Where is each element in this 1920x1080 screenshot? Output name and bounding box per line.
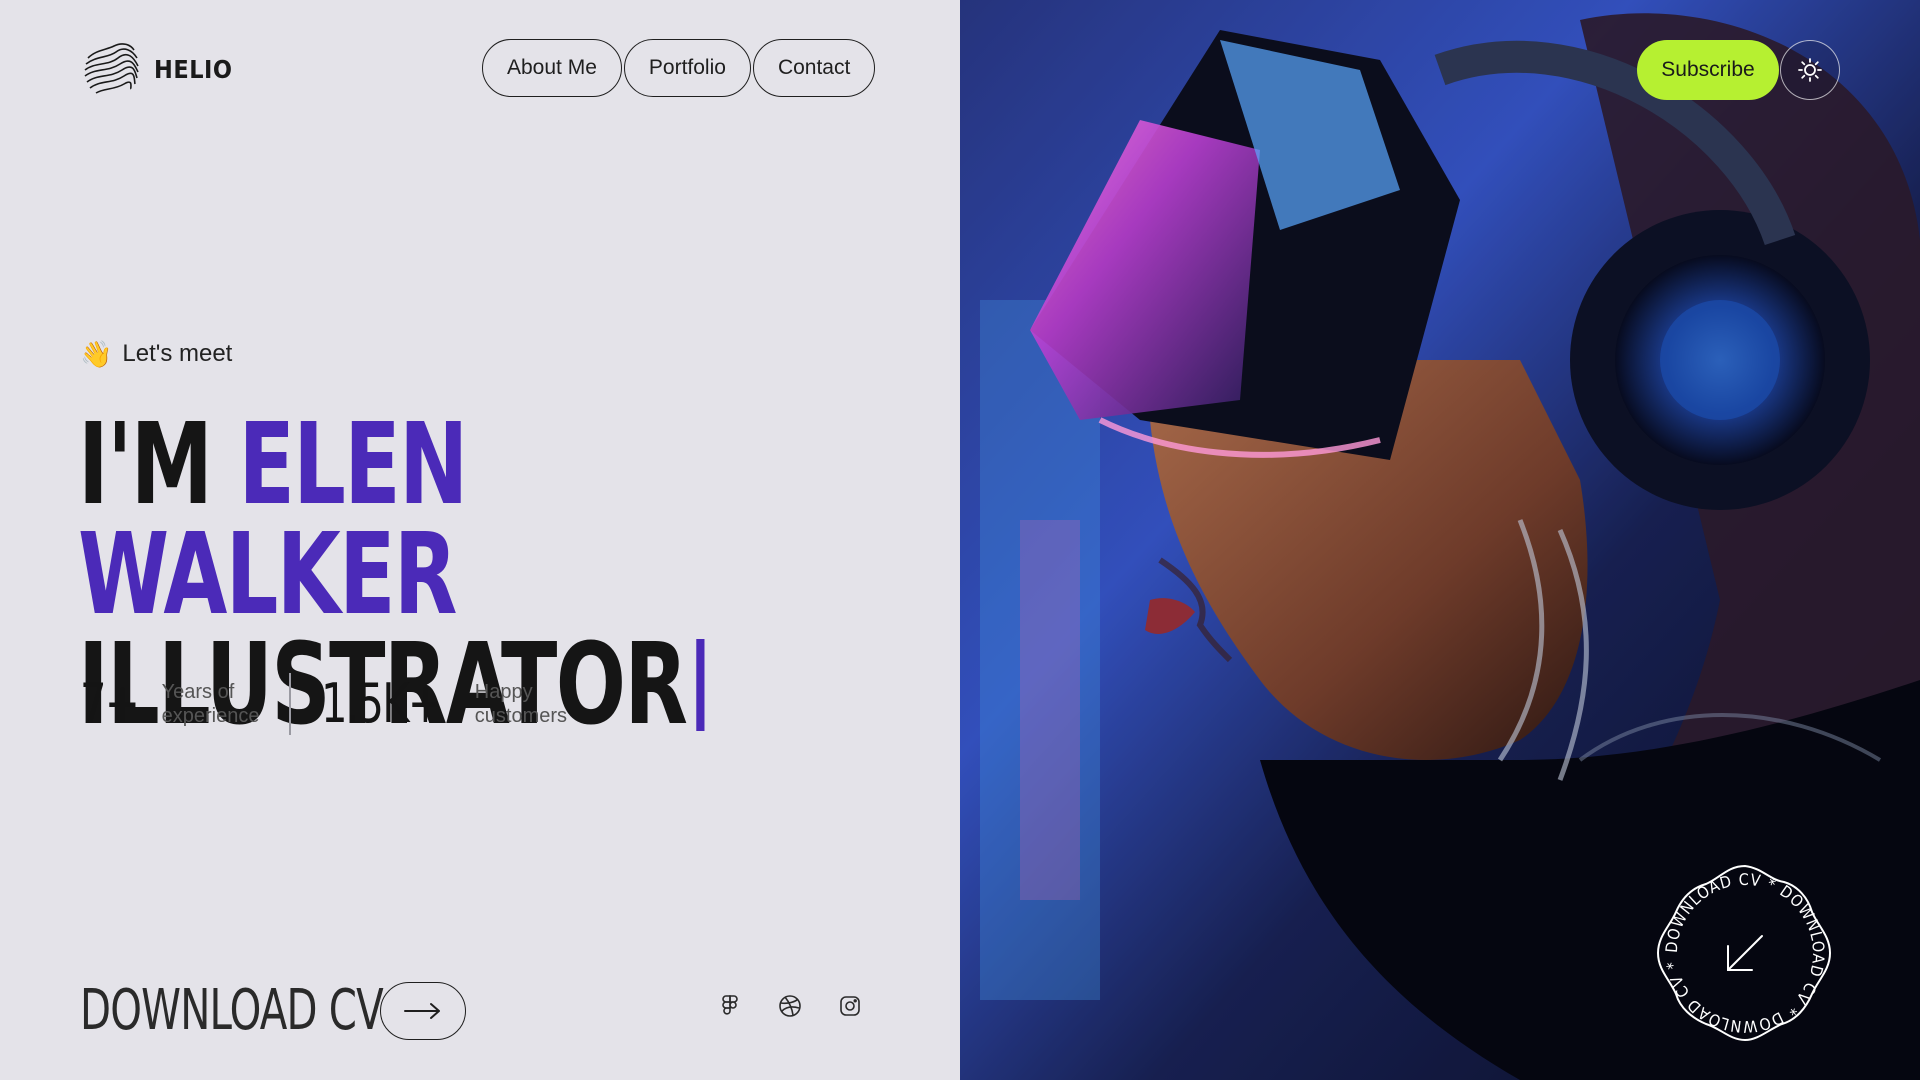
main-nav: About Me Portfolio Contact (482, 39, 876, 97)
stat-customers-value: 1.5K+ (320, 672, 443, 735)
stat-experience-label-line1: Years of (161, 680, 235, 703)
stats-row: 7+ Years of experience 1.5K+ Happy custo… (80, 672, 567, 735)
social-links (718, 994, 862, 1018)
hero-panel: HELIO About Me Portfolio Contact 👋 Let's… (0, 0, 960, 1080)
sun-icon (1798, 58, 1822, 82)
figma-icon[interactable] (718, 994, 742, 1018)
nav-portfolio[interactable]: Portfolio (623, 39, 751, 97)
stat-experience-label-line2: experience (161, 704, 260, 727)
stat-experience: 7+ Years of experience (80, 672, 259, 735)
instagram-icon[interactable] (838, 994, 862, 1018)
download-cv-button[interactable] (380, 981, 466, 1040)
stat-experience-label: Years of experience (162, 680, 260, 728)
waving-hand-icon: 👋 (80, 339, 113, 369)
greeting-text: Let's meet (122, 340, 233, 367)
download-cv-badge[interactable]: DOWNLOAD CV * DOWNLOAD CV * DOWNLOAD CV … (1650, 858, 1840, 1048)
arrow-right-icon (404, 1002, 440, 1019)
stat-customers-label-line2: customers (474, 704, 568, 727)
theme-toggle-button[interactable] (1780, 40, 1840, 100)
stat-experience-value: 7+ (80, 672, 140, 735)
subscribe-button[interactable]: Subscribe (1637, 40, 1779, 100)
brand-logo[interactable]: HELIO (80, 38, 233, 100)
logo-icon (84, 43, 139, 94)
download-cv[interactable]: DOWNLOAD CV (80, 978, 466, 1043)
stat-customers: 1.5K+ Happy customers (321, 672, 567, 735)
arrow-down-left-icon (1727, 935, 1763, 971)
brand-name: HELIO (154, 54, 233, 84)
dribbble-icon[interactable] (778, 994, 802, 1018)
nav-contact[interactable]: Contact (752, 39, 876, 97)
greeting: 👋 Let's meet (80, 340, 232, 368)
stat-customers-label-line1: Happy (474, 680, 533, 703)
stat-divider (289, 672, 291, 735)
download-cv-label[interactable]: DOWNLOAD CV (80, 978, 384, 1043)
stat-customers-label: Happy customers (475, 680, 567, 728)
typing-caret (696, 639, 705, 731)
nav-about-me[interactable]: About Me (482, 39, 622, 97)
